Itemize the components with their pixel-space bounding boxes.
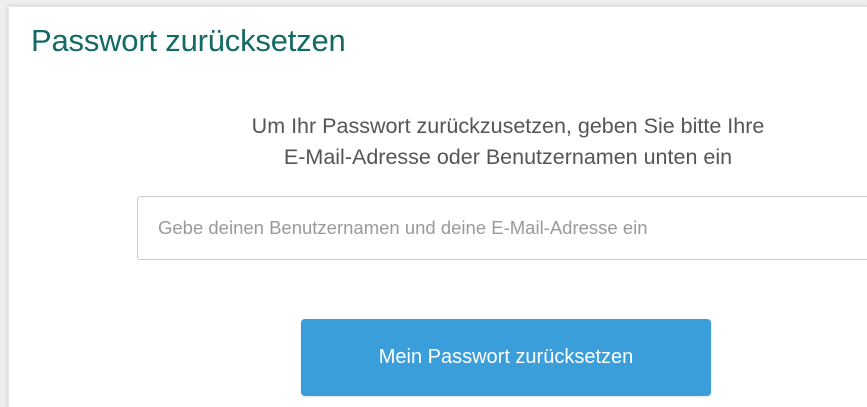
instructions-line-2: E-Mail-Adresse oder Benutzernamen unten … [283, 145, 733, 169]
instructions-line-1: Um Ihr Passwort zurückzusetzen, geben Si… [251, 114, 765, 138]
reset-password-button[interactable]: Mein Passwort zurücksetzen [301, 319, 711, 396]
username-email-input[interactable] [137, 196, 867, 260]
reset-password-panel: Passwort zurücksetzen Um Ihr Passwort zu… [8, 6, 867, 407]
instructions-text: Um Ihr Passwort zurückzusetzen, geben Si… [159, 111, 857, 173]
page-title: Passwort zurücksetzen [31, 23, 346, 58]
